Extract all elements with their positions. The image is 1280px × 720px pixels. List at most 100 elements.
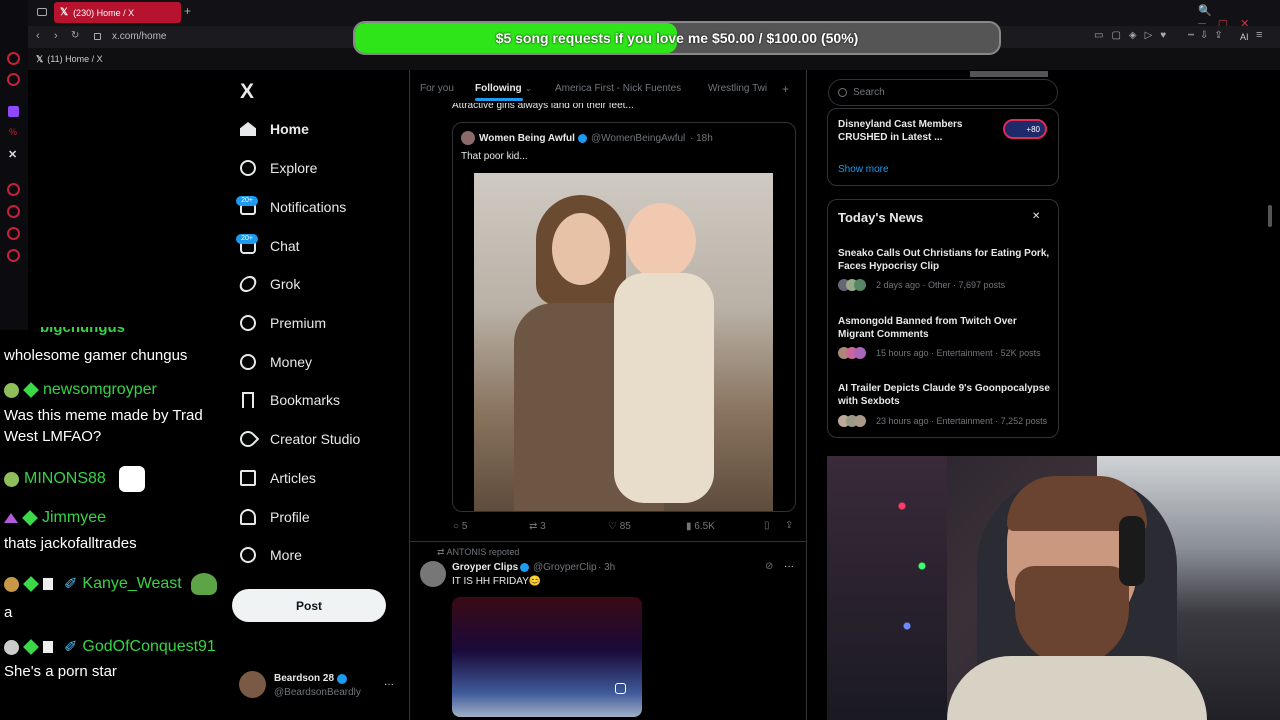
page-scrollbar[interactable] xyxy=(1268,205,1272,227)
tweet-text: IT IS HH FRIDAY😊 xyxy=(452,576,542,587)
reply-button[interactable]: ○ 5 xyxy=(453,521,467,532)
grok-icon[interactable]: ⊘ xyxy=(765,561,773,572)
account-switcher[interactable]: Beardson 28 @BeardsonBeardly ··· xyxy=(239,671,399,701)
news-header: Today's News xyxy=(838,210,924,225)
add-tab-icon[interactable]: + xyxy=(782,82,789,96)
account-more-icon[interactable]: ··· xyxy=(384,679,394,690)
menu-icon[interactable]: ≡ xyxy=(1256,29,1262,41)
nav-more[interactable]: More xyxy=(240,547,302,563)
verified-icon xyxy=(578,134,587,143)
chat-message: thats jackofalltrades xyxy=(4,535,137,552)
news-avatars xyxy=(838,279,870,291)
history-icon[interactable] xyxy=(7,205,20,218)
player-icon[interactable] xyxy=(7,183,20,196)
more-circle-icon xyxy=(240,547,256,563)
post-button[interactable]: Post xyxy=(232,589,386,622)
nav-grok[interactable]: Grok xyxy=(237,276,300,292)
home-icon xyxy=(240,122,256,136)
nav-label: Articles xyxy=(270,470,316,486)
views-button[interactable]: ▮ 6.5K xyxy=(686,521,715,532)
chat-username: Kanye_Weast xyxy=(82,575,182,592)
nav-explore[interactable]: Explore xyxy=(240,160,317,176)
avatar xyxy=(420,561,446,587)
search-input[interactable]: Search xyxy=(828,79,1058,106)
flag-badge-icon xyxy=(43,641,53,653)
nav-label: Creator Studio xyxy=(270,431,361,447)
bookmark-label: (11) Home / X xyxy=(47,54,103,64)
like-count: 85 xyxy=(619,521,631,532)
repost-line: ANTONIS repoted xyxy=(446,547,520,557)
nav-label: Notifications xyxy=(270,199,347,215)
notifications-badge: 20+ xyxy=(236,196,258,206)
forward-icon[interactable]: › xyxy=(54,30,58,42)
instagram-icon[interactable] xyxy=(7,73,20,86)
messenger-icon[interactable] xyxy=(7,52,20,65)
chat-message: a xyxy=(4,604,13,621)
tweet-author[interactable]: Groyper Clips xyxy=(452,562,518,573)
verified-icon xyxy=(337,674,347,684)
nav-bookmarks[interactable]: Bookmarks xyxy=(240,392,340,408)
twitch-icon[interactable] xyxy=(8,106,19,117)
toolbar-icons[interactable]: ▭▢◈▷♥ xyxy=(1094,30,1174,41)
url-input[interactable]: x.com/home xyxy=(112,31,166,42)
gem-badge-icon xyxy=(22,510,38,526)
tweet-video[interactable] xyxy=(452,597,642,717)
tweet-cut-text: Attractive girls always land on their fe… xyxy=(452,103,652,112)
photo-baby-body xyxy=(614,273,714,503)
ai-button[interactable]: AI xyxy=(1240,32,1249,42)
news-item-meta: 15 hours ago · Entertainment · 52K posts xyxy=(876,348,1041,358)
chevron-down-icon: ⌄ xyxy=(525,84,532,93)
grok-icon xyxy=(237,276,259,292)
avatar xyxy=(239,671,266,698)
chat-message: wholesome gamer chungus xyxy=(4,347,188,364)
workspaces-icon[interactable] xyxy=(37,8,47,16)
tab-wrestling[interactable]: Wrestling Twi xyxy=(708,83,774,94)
tweet-handle[interactable]: @GroyperClip xyxy=(533,562,597,573)
nav-profile[interactable]: Profile xyxy=(240,509,310,525)
nav-home[interactable]: Home xyxy=(240,121,309,137)
ai-sidebar-icon[interactable]: % xyxy=(9,127,17,137)
tab-for-you[interactable]: For you xyxy=(420,83,454,94)
bookmark-icon[interactable]: ▯ xyxy=(764,520,770,531)
new-tab-button[interactable]: + xyxy=(184,4,191,18)
browser-tab-active[interactable]: 𝕏 (230) Home / X xyxy=(54,2,181,23)
bookmark-item[interactable]: 𝕏 (11) Home / X xyxy=(36,54,103,65)
tweet-divider xyxy=(409,541,807,542)
tab-following[interactable]: Following xyxy=(475,83,522,94)
repost-button[interactable]: ⇄ 3 xyxy=(529,521,546,532)
profile-icon xyxy=(240,509,256,525)
chat-username-row: newsomgroyper xyxy=(4,381,157,399)
tweet-photo[interactable] xyxy=(474,173,773,511)
news-item-title[interactable]: AI Trailer Depicts Claude 9's Goonpocaly… xyxy=(838,382,1053,408)
close-icon[interactable]: ✕ xyxy=(1032,211,1040,222)
extensions-icons[interactable]: ┅⇩⇪ xyxy=(1188,30,1229,41)
show-more-link[interactable]: Show more xyxy=(838,164,889,175)
quoted-handle[interactable]: @WomenBeingAwful xyxy=(591,133,685,144)
news-item-title[interactable]: Asmongold Banned from Twitch Over Migran… xyxy=(838,315,1053,341)
nav-premium[interactable]: Premium xyxy=(240,315,326,331)
back-icon[interactable]: ‹ xyxy=(36,30,40,42)
donation-goal-text: $5 song requests if you love me $50.00 /… xyxy=(495,30,859,46)
chat-username: MINONS88 xyxy=(24,470,106,487)
share-icon[interactable]: ⇪ xyxy=(785,520,793,531)
news-avatars xyxy=(838,347,870,359)
tab-america-first[interactable]: America First - Nick Fuentes xyxy=(555,83,681,94)
settings-icon[interactable] xyxy=(7,249,20,262)
chat-message: Was this meme made by Trad West LMFAO? xyxy=(4,407,203,445)
chat-username-row: Jimmyee xyxy=(4,509,106,527)
reload-icon[interactable]: ↻ xyxy=(71,30,79,41)
trend-title[interactable]: Disneyland Cast Members CRUSHED in Lates… xyxy=(838,118,993,144)
pinboard-icon[interactable] xyxy=(7,227,20,240)
nav-money[interactable]: Money xyxy=(240,354,312,370)
tweet-more-icon[interactable]: ··· xyxy=(784,561,794,572)
photo-woman-face xyxy=(552,213,610,285)
quoted-author[interactable]: Women Being Awful xyxy=(479,133,575,144)
x-logo-icon[interactable]: X xyxy=(240,80,254,104)
nav-articles[interactable]: Articles xyxy=(240,470,316,486)
x-sidebar-icon[interactable]: ✕ xyxy=(8,148,17,161)
chat-username-row: MINONS88 xyxy=(4,466,145,492)
news-item-title[interactable]: Sneako Calls Out Christians for Eating P… xyxy=(838,247,1053,273)
account-name: Beardson 28 xyxy=(274,673,335,684)
like-button[interactable]: ♡ 85 xyxy=(608,521,631,532)
nav-creator-studio[interactable]: Creator Studio xyxy=(236,427,361,451)
